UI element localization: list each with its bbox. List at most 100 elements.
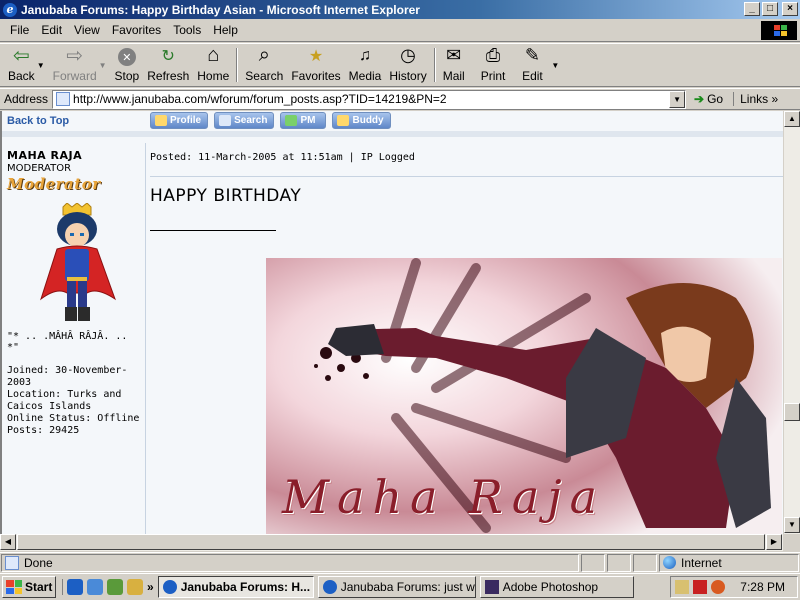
- acrobat-icon[interactable]: [693, 580, 707, 594]
- chevron-right-icon: »: [771, 92, 779, 106]
- post-divider: [150, 176, 783, 177]
- artwork-caption: Maha Raja: [282, 470, 606, 524]
- print-icon: ⎙: [485, 45, 501, 65]
- volume-icon[interactable]: [675, 580, 689, 594]
- status-bar: Done Internet: [0, 552, 800, 572]
- edit-dropdown-icon[interactable]: ▼: [551, 61, 559, 70]
- stop-button[interactable]: ✕ Stop: [111, 44, 144, 86]
- buddy-icon: [337, 115, 350, 126]
- status-pane: [607, 553, 631, 572]
- edit-button[interactable]: ✎ Edit: [517, 44, 547, 86]
- mail-label: Mail: [442, 69, 465, 83]
- home-label: Home: [197, 69, 230, 83]
- window-title: Janubaba Forums: Happy Birthday Asian - …: [21, 2, 420, 17]
- author-name[interactable]: MAHA RAJA: [7, 149, 140, 162]
- menu-view[interactable]: View: [68, 23, 106, 37]
- forward-button[interactable]: ⇨ Forward: [49, 44, 101, 86]
- window-title-bar[interactable]: e Janubaba Forums: Happy Birthday Asian …: [0, 0, 800, 19]
- profile-button[interactable]: Profile: [150, 112, 209, 129]
- author-post-count: Posts: 29425: [7, 425, 80, 436]
- messenger-quicklaunch-icon[interactable]: [107, 579, 123, 595]
- rank-badge-image: Moderator: [7, 175, 101, 193]
- pm-label: PM: [300, 115, 316, 126]
- desktop-quicklaunch-icon[interactable]: [127, 579, 143, 595]
- tray-app-icon[interactable]: [711, 580, 725, 594]
- back-to-top-link[interactable]: Back to Top: [7, 115, 147, 127]
- edit-icon: ✎: [524, 45, 540, 65]
- task-photoshop[interactable]: Adobe Photoshop: [479, 576, 634, 598]
- links-button[interactable]: Links »: [733, 92, 778, 106]
- favorites-button[interactable]: ★ Favorites: [287, 44, 344, 86]
- go-button[interactable]: ➔ Go: [694, 92, 723, 106]
- address-label: Address: [4, 92, 49, 106]
- forum-post: MAHA RAJA MODERATOR Moderator "* .. .MÂH…: [2, 143, 783, 534]
- menu-bar: File Edit View Favorites Tools Help: [0, 19, 800, 42]
- close-button[interactable]: ×: [782, 2, 798, 16]
- pm-button[interactable]: PM: [280, 112, 327, 129]
- windows-flag-icon: [6, 580, 22, 594]
- quicklaunch-overflow-icon[interactable]: »: [147, 580, 154, 594]
- taskbar: Start » Janubaba Forums: H... Janubaba F…: [0, 573, 800, 600]
- scroll-up-button[interactable]: ▲: [784, 111, 800, 127]
- print-button[interactable]: ⎙ Print: [477, 44, 510, 86]
- media-button[interactable]: ♫ Media: [345, 44, 386, 86]
- search-label: Search: [245, 69, 284, 83]
- scroll-right-button[interactable]: ▶: [766, 534, 782, 550]
- search-button[interactable]: ⌕ Search: [241, 44, 287, 86]
- print-label: Print: [480, 69, 506, 83]
- outlook-quicklaunch-icon[interactable]: [87, 579, 103, 595]
- buddy-button[interactable]: Buddy: [332, 112, 391, 129]
- stop-label: Stop: [114, 69, 140, 83]
- page-icon: [56, 92, 71, 106]
- back-button[interactable]: ⇦ Back: [4, 44, 39, 86]
- page-viewport: Back to Top Profile Search PM Buddy MAHA…: [0, 111, 783, 534]
- scroll-down-button[interactable]: ▼: [784, 517, 800, 533]
- menu-favorites[interactable]: Favorites: [106, 23, 167, 37]
- status-pane: [633, 553, 657, 572]
- refresh-icon: ↻: [161, 48, 175, 65]
- signature-rule: [150, 230, 276, 231]
- task-label: Janubaba Forums: H...: [180, 580, 311, 594]
- task-ie-just-wo[interactable]: Janubaba Forums: just wo...: [317, 576, 476, 598]
- menu-help[interactable]: Help: [207, 23, 244, 37]
- system-tray: 7:28 PM: [670, 576, 798, 598]
- clock[interactable]: 7:28 PM: [740, 580, 785, 594]
- mail-button[interactable]: ✉ Mail: [439, 44, 469, 86]
- start-button[interactable]: Start: [2, 576, 56, 598]
- address-field[interactable]: ▼: [52, 89, 687, 109]
- zone-label: Internet: [681, 555, 722, 570]
- menu-edit[interactable]: Edit: [35, 23, 68, 37]
- history-label: History: [389, 69, 427, 83]
- forward-arrow-icon: ⇨: [66, 44, 83, 67]
- menu-file[interactable]: File: [4, 23, 35, 37]
- author-role: MODERATOR: [7, 163, 72, 174]
- links-label: Links: [740, 92, 769, 106]
- history-button[interactable]: ◷ History: [385, 44, 430, 86]
- vertical-scroll-thumb[interactable]: [784, 403, 800, 421]
- search-user-label: Search: [234, 115, 268, 126]
- ie-window-icon: [322, 580, 337, 594]
- author-info: Joined: 30-November-2003 Location: Turks…: [7, 365, 140, 437]
- maximize-button[interactable]: □: [762, 2, 778, 16]
- forward-dropdown-icon[interactable]: ▼: [99, 61, 107, 70]
- toolbar-separator: [236, 48, 239, 82]
- back-dropdown-icon[interactable]: ▼: [37, 61, 45, 70]
- address-input[interactable]: [73, 92, 674, 106]
- menu-tools[interactable]: Tools: [167, 23, 207, 37]
- horizontal-scroll-thumb[interactable]: [17, 534, 765, 550]
- standard-toolbar: ⇦ Back ▼ ⇨ Forward ▼ ✕ Stop ↻ Refresh ⌂ …: [0, 43, 800, 87]
- task-ie-happy-birthday[interactable]: Janubaba Forums: H...: [157, 576, 314, 598]
- profile-label: Profile: [170, 115, 202, 126]
- history-icon: ◷: [400, 45, 416, 65]
- address-dropdown-icon[interactable]: ▼: [669, 90, 686, 108]
- refresh-button[interactable]: ↻ Refresh: [143, 44, 193, 86]
- horizontal-scrollbar[interactable]: ◀ ▶: [0, 534, 783, 551]
- search-user-button[interactable]: Search: [214, 112, 275, 129]
- vertical-scrollbar[interactable]: ▲ ▼: [783, 111, 800, 534]
- scrollbar-corner: [783, 534, 800, 551]
- author-joined: Joined: 30-November-2003: [7, 365, 128, 388]
- scroll-left-button[interactable]: ◀: [0, 534, 16, 550]
- ie-quicklaunch-icon[interactable]: [67, 579, 83, 595]
- minimize-button[interactable]: _: [744, 2, 760, 16]
- home-button[interactable]: ⌂ Home: [193, 44, 233, 86]
